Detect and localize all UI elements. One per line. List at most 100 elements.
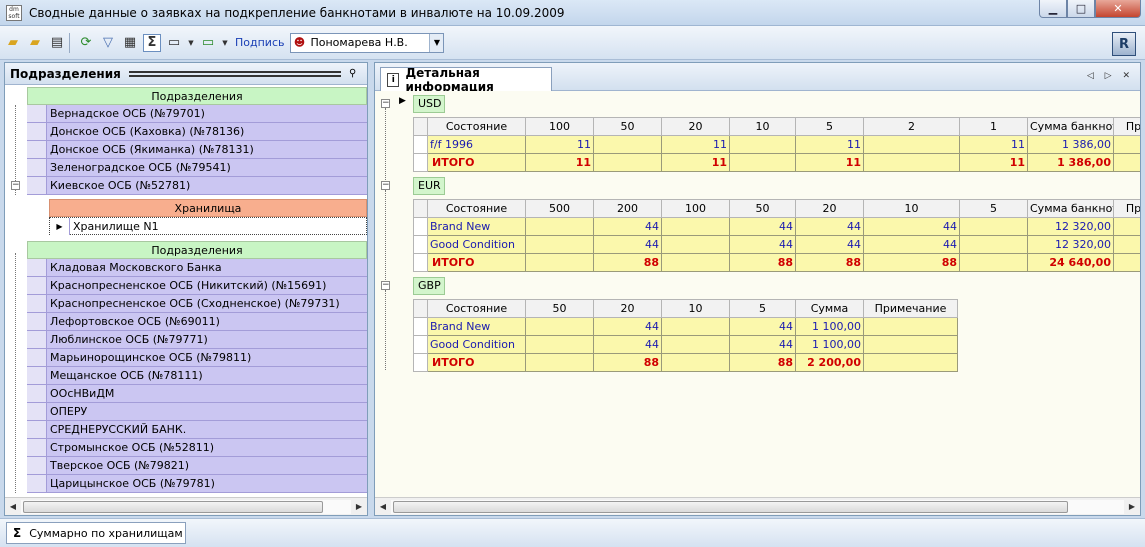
tree-line (15, 253, 16, 493)
table-cell: 44 (863, 235, 960, 254)
table-cell (863, 153, 960, 172)
tree-item[interactable]: Стромынское ОСБ (№52811) (27, 439, 367, 457)
signer-select[interactable]: ☻ Пономарева Н.В. ▼ (290, 32, 445, 53)
chevron-down-icon[interactable]: ▼ (221, 34, 229, 52)
tree-item[interactable]: Краснопресненское ОСБ (Сходненское) (№79… (27, 295, 367, 313)
print-preview-icon[interactable]: ▤ (48, 34, 66, 52)
table-row[interactable]: Good Condition 44 44 44 44 12 320,00 (413, 235, 1140, 254)
column-header: Сумма (795, 299, 864, 318)
table-cell: 12 320,00 (1027, 235, 1114, 254)
table-row[interactable]: Brand New 44 44 1 100,00 (413, 317, 958, 336)
table-cell: 11 (525, 153, 594, 172)
table-cell (525, 217, 594, 236)
close-button[interactable]: ✕ (1095, 0, 1141, 18)
tree-item[interactable]: Лефортовское ОСБ (№69011) (27, 313, 367, 331)
tree-item[interactable]: Зеленоградское ОСБ (№79541) (27, 159, 367, 177)
table-cell (661, 253, 730, 272)
eur-table: Состояние 500 200 100 50 20 10 5 Сумма банкнот Пр… (413, 199, 1140, 272)
column-header: Состояние (427, 299, 526, 318)
scroll-thumb[interactable] (23, 500, 323, 513)
table-total-row[interactable]: ИТОГО 88 88 88 88 24 640,00 (413, 253, 1140, 272)
sigma-icon[interactable]: Σ (143, 33, 161, 52)
table-cell: 44 (863, 217, 960, 236)
right-horizontal-scrollbar[interactable]: ◀ ▶ (375, 497, 1140, 515)
tree-item[interactable]: Донское ОСБ (Каховка) (№78136) (27, 123, 367, 141)
window-title: Сводные данные о заявках на подкрепление… (29, 5, 565, 20)
tree-item[interactable]: Марьинорощинское ОСБ (№79811) (27, 349, 367, 367)
tree-item[interactable]: Вернадское ОСБ (№79701) (27, 105, 367, 123)
tree-item[interactable]: Люблинское ОСБ (№79771) (27, 331, 367, 349)
column-header: Пр (1113, 199, 1140, 218)
column-header: 50 (729, 199, 796, 218)
column-header: 100 (525, 117, 594, 136)
collapse-icon[interactable]: − (11, 181, 20, 190)
collapse-icon[interactable]: − (381, 181, 390, 190)
tree-item[interactable]: Киевское ОСБ (№52781) (27, 177, 367, 195)
column-header: Состояние (427, 117, 526, 136)
folder-icon[interactable]: ▰ (26, 34, 44, 52)
tree-item[interactable]: СРЕДНЕРУССКИЙ БАНК. (27, 421, 367, 439)
row-indicator (413, 253, 428, 272)
tree-item[interactable]: Тверское ОСБ (№79821) (27, 457, 367, 475)
currency-eur-label[interactable]: EUR (413, 177, 445, 195)
scroll-right-icon[interactable]: ▶ (351, 499, 367, 515)
title-bar: dm soft Сводные данные о заявках на подк… (0, 0, 1145, 26)
tree-item[interactable]: Донское ОСБ (Якиманка) (№78131) (27, 141, 367, 159)
current-row-icon: ▶ (50, 217, 70, 235)
table-row[interactable]: Good Condition 44 44 1 100,00 (413, 335, 958, 354)
tab-detail-info[interactable]: i Детальная информация (380, 66, 552, 94)
app-icon: dm soft (6, 4, 22, 21)
collapse-icon[interactable]: − (381, 99, 390, 108)
info-icon: i (387, 73, 400, 87)
tree-line (385, 108, 386, 184)
table-row[interactable]: f/f 1996 11 11 11 11 1 386,00 (413, 135, 1140, 154)
scroll-left-icon[interactable]: ◀ (5, 499, 21, 515)
chevron-down-icon[interactable]: ▼ (187, 34, 195, 52)
tree-item[interactable]: Мещанское ОСБ (№78111) (27, 367, 367, 385)
table-cell (863, 317, 958, 336)
grid-icon[interactable]: ▦ (121, 34, 139, 52)
table-cell (1113, 235, 1140, 254)
scroll-left-icon[interactable]: ◀ (375, 499, 391, 515)
table-cell: ИТОГО (427, 253, 526, 272)
maximize-button[interactable]: □ (1067, 0, 1095, 18)
left-horizontal-scrollbar[interactable]: ◀ ▶ (5, 497, 367, 515)
column-header: Пр (1113, 117, 1140, 136)
chevron-down-icon[interactable]: ▼ (429, 33, 444, 52)
pin-icon[interactable]: ⚲ (349, 68, 363, 79)
printer-icon[interactable]: ▭ (165, 34, 183, 52)
tree-item[interactable]: Краснопресненское ОСБ (Никитский) (№1569… (27, 277, 367, 295)
open-folder-icon[interactable]: ▰ (4, 34, 22, 52)
table-total-row[interactable]: ИТОГО 11 11 11 11 1 386,00 (413, 153, 1140, 172)
table-cell: 44 (729, 317, 796, 336)
minimize-button[interactable]: ▁ (1039, 0, 1067, 18)
column-header: 10 (729, 117, 796, 136)
app-logo: R (1112, 32, 1136, 56)
currency-usd-label[interactable]: USD (413, 95, 445, 113)
table-cell (525, 335, 594, 354)
scroll-thumb[interactable] (393, 500, 1068, 513)
tab-nav-controls[interactable]: ◁ ▷ ✕ (1087, 71, 1134, 81)
signer-value: Пономарева Н.В. (310, 36, 408, 49)
drag-grip-icon[interactable] (128, 70, 341, 77)
collapse-icon[interactable]: − (381, 281, 390, 290)
currency-gbp-label[interactable]: GBP (413, 277, 445, 295)
scroll-right-icon[interactable]: ▶ (1124, 499, 1140, 515)
tree-line (385, 190, 386, 284)
toolbar: ▰ ▰ ▤ ⟳ ▽ ▦ Σ ▭ ▼ ▭ ▼ Подпись ☻ Пономаре… (0, 26, 1145, 60)
tree-item[interactable]: Кладовая Московского Банка (27, 259, 367, 277)
column-header: 10 (863, 199, 960, 218)
table-row[interactable]: Brand New 44 44 44 44 12 320,00 (413, 217, 1140, 236)
tree-item[interactable]: ООсНВиДМ (27, 385, 367, 403)
refresh-icon[interactable]: ⟳ (77, 34, 95, 52)
storage-item[interactable]: ▶ Хранилище N1 (49, 217, 367, 235)
export-icon[interactable]: ▭ (199, 34, 217, 52)
table-cell (959, 217, 1028, 236)
tree-item[interactable]: ОПЕРУ (27, 403, 367, 421)
filter-icon[interactable]: ▽ (99, 34, 117, 52)
tree-item[interactable]: Царицынское ОСБ (№79781) (27, 475, 367, 493)
table-cell: 44 (729, 335, 796, 354)
summary-by-storage-button[interactable]: Σ Суммарно по хранилищам (6, 522, 186, 544)
table-total-row[interactable]: ИТОГО 88 88 2 200,00 (413, 353, 958, 372)
column-header: 50 (525, 299, 594, 318)
